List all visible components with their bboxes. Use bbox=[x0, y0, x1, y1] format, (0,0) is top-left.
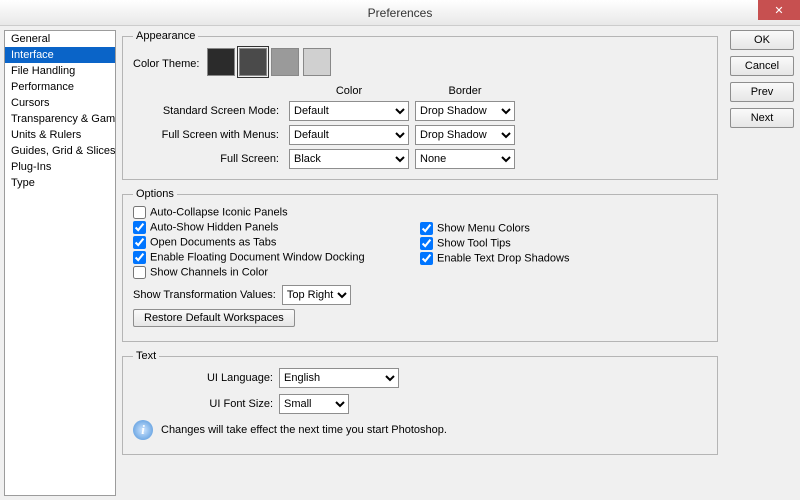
options-group: Options Auto-Collapse Iconic Panels Auto-… bbox=[122, 188, 718, 342]
ui-language-label: UI Language: bbox=[163, 372, 273, 384]
color-theme-swatch-0[interactable] bbox=[207, 48, 235, 76]
options-legend: Options bbox=[133, 188, 177, 200]
color-column-header: Color bbox=[289, 85, 409, 97]
text-legend: Text bbox=[133, 350, 159, 362]
checkbox-show-tool-tips[interactable] bbox=[420, 237, 433, 250]
next-button[interactable]: Next bbox=[730, 108, 794, 128]
prev-button[interactable]: Prev bbox=[730, 82, 794, 102]
sidebar-item-file-handling[interactable]: File Handling bbox=[5, 63, 115, 79]
close-button[interactable]: ✕ bbox=[758, 0, 800, 20]
text-note: Changes will take effect the next time y… bbox=[161, 424, 447, 436]
checkbox-enable-floating-document-window-docking[interactable] bbox=[133, 251, 146, 264]
ui-font-label: UI Font Size: bbox=[163, 398, 273, 410]
main-panel: Appearance Color Theme: Color Border Sta… bbox=[116, 26, 724, 500]
sidebar-item-plug-ins[interactable]: Plug-Ins bbox=[5, 159, 115, 175]
checkbox-label: Auto-Show Hidden Panels bbox=[150, 221, 278, 233]
checkbox-show-menu-colors[interactable] bbox=[420, 222, 433, 235]
ok-button[interactable]: OK bbox=[730, 30, 794, 50]
color-theme-swatch-3[interactable] bbox=[303, 48, 331, 76]
mode-1-border-select[interactable]: Drop Shadow bbox=[415, 125, 515, 145]
checkbox-label: Show Tool Tips bbox=[437, 237, 511, 249]
sidebar: GeneralInterfaceFile HandlingPerformance… bbox=[4, 30, 116, 496]
color-theme-swatch-1[interactable] bbox=[239, 48, 267, 76]
sidebar-item-performance[interactable]: Performance bbox=[5, 79, 115, 95]
checkbox-label: Enable Floating Document Window Docking bbox=[150, 251, 365, 263]
mode-0-border-select[interactable]: Drop Shadow bbox=[415, 101, 515, 121]
mode-0-label: Standard Screen Mode: bbox=[133, 105, 283, 117]
right-button-column: OK Cancel Prev Next bbox=[724, 26, 800, 500]
appearance-group: Appearance Color Theme: Color Border Sta… bbox=[122, 30, 718, 180]
mode-1-color-select[interactable]: Default bbox=[289, 125, 409, 145]
transform-values-select[interactable]: Top Right bbox=[282, 285, 351, 305]
transform-label: Show Transformation Values: bbox=[133, 289, 276, 301]
checkbox-label: Open Documents as Tabs bbox=[150, 236, 276, 248]
checkbox-enable-text-drop-shadows[interactable] bbox=[420, 252, 433, 265]
checkbox-open-documents-as-tabs[interactable] bbox=[133, 236, 146, 249]
color-theme-swatch-2[interactable] bbox=[271, 48, 299, 76]
sidebar-item-type[interactable]: Type bbox=[5, 175, 115, 191]
checkbox-show-channels-in-color[interactable] bbox=[133, 266, 146, 279]
color-theme-label: Color Theme: bbox=[133, 58, 199, 70]
ui-font-size-select[interactable]: Small bbox=[279, 394, 349, 414]
mode-2-border-select[interactable]: None bbox=[415, 149, 515, 169]
mode-0-color-select[interactable]: Default bbox=[289, 101, 409, 121]
info-icon: i bbox=[133, 420, 153, 440]
mode-2-color-select[interactable]: Black bbox=[289, 149, 409, 169]
sidebar-item-transparency-gamut[interactable]: Transparency & Gamut bbox=[5, 111, 115, 127]
sidebar-item-guides-grid-slices[interactable]: Guides, Grid & Slices bbox=[5, 143, 115, 159]
cancel-button[interactable]: Cancel bbox=[730, 56, 794, 76]
ui-language-select[interactable]: English bbox=[279, 368, 399, 388]
sidebar-item-general[interactable]: General bbox=[5, 31, 115, 47]
checkbox-label: Enable Text Drop Shadows bbox=[437, 252, 570, 264]
mode-2-label: Full Screen: bbox=[133, 153, 283, 165]
checkbox-label: Show Menu Colors bbox=[437, 222, 530, 234]
sidebar-item-interface[interactable]: Interface bbox=[5, 47, 115, 63]
mode-1-label: Full Screen with Menus: bbox=[133, 129, 283, 141]
checkbox-label: Show Channels in Color bbox=[150, 266, 268, 278]
text-group: Text UI Language: English UI Font Size: … bbox=[122, 350, 718, 455]
sidebar-item-units-rulers[interactable]: Units & Rulers bbox=[5, 127, 115, 143]
border-column-header: Border bbox=[415, 85, 515, 97]
close-icon: ✕ bbox=[774, 4, 783, 17]
window-title: Preferences bbox=[0, 6, 800, 20]
sidebar-item-cursors[interactable]: Cursors bbox=[5, 95, 115, 111]
checkbox-auto-show-hidden-panels[interactable] bbox=[133, 221, 146, 234]
titlebar: Preferences ✕ bbox=[0, 0, 800, 26]
checkbox-label: Auto-Collapse Iconic Panels bbox=[150, 206, 288, 218]
restore-workspaces-button[interactable]: Restore Default Workspaces bbox=[133, 309, 295, 327]
checkbox-auto-collapse-iconic-panels[interactable] bbox=[133, 206, 146, 219]
appearance-legend: Appearance bbox=[133, 30, 198, 42]
